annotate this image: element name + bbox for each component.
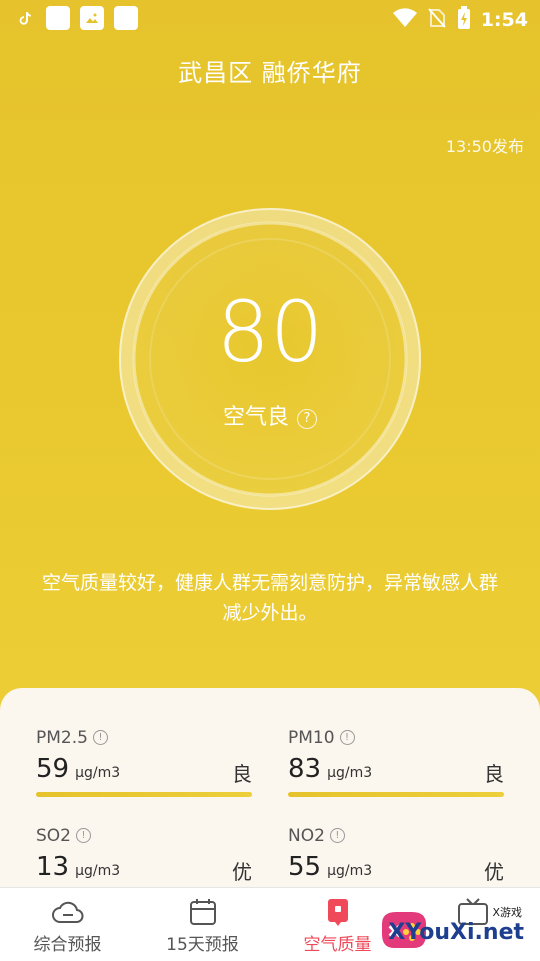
metric-unit: μg/m3 bbox=[327, 863, 373, 879]
status-time: 1:54 bbox=[480, 9, 528, 31]
metric-unit: μg/m3 bbox=[327, 765, 373, 781]
metric-no2[interactable]: NO2! 55 μg/m3 优 bbox=[288, 826, 504, 884]
aqi-level-label: 空气良 bbox=[222, 405, 289, 430]
metric-bar bbox=[288, 792, 504, 797]
metric-level: 良 bbox=[232, 762, 252, 786]
metric-unit: μg/m3 bbox=[75, 765, 121, 781]
metric-pm25[interactable]: PM2.5! 59 μg/m3 良 bbox=[36, 728, 252, 797]
tab-label: 15天预报 bbox=[166, 935, 239, 955]
tab-15day[interactable]: 15天预报 bbox=[135, 888, 270, 961]
health-advice: 空气质量较好，健康人群无需刻意防护，异常敏感人群减少外出。 bbox=[41, 572, 498, 624]
metric-value: 55 bbox=[288, 852, 322, 882]
cloud-icon bbox=[0, 898, 135, 926]
metric-name: SO2 bbox=[36, 826, 71, 846]
metric-level: 良 bbox=[484, 762, 504, 786]
image-icon bbox=[80, 6, 104, 30]
metric-level: 优 bbox=[484, 860, 504, 884]
metric-name: PM2.5 bbox=[36, 728, 88, 748]
metric-bar bbox=[36, 792, 252, 797]
help-icon[interactable]: ? bbox=[297, 409, 317, 429]
info-icon[interactable]: ! bbox=[329, 828, 345, 843]
aqi-value: 80 bbox=[216, 283, 324, 381]
square-icon bbox=[46, 6, 70, 30]
metric-name: NO2 bbox=[288, 826, 325, 846]
battery-charging-icon bbox=[457, 6, 471, 34]
square-icon bbox=[114, 6, 138, 30]
watermark-logo: X游戏 XYouXi.net bbox=[374, 902, 534, 956]
wifi-icon bbox=[392, 8, 417, 32]
location-title[interactable]: 武昌区 融侨华府 bbox=[0, 53, 540, 88]
metric-level: 优 bbox=[232, 860, 252, 884]
tab-label: 综合预报 bbox=[33, 935, 102, 955]
metric-pm10[interactable]: PM10! 83 μg/m3 良 bbox=[288, 728, 504, 797]
aqi-level: 空气良? bbox=[112, 399, 428, 431]
no-sim-icon bbox=[427, 7, 447, 33]
info-icon[interactable]: ! bbox=[92, 730, 108, 745]
metric-value: 83 bbox=[288, 754, 322, 784]
pollutant-card: PM2.5! 59 μg/m3 良 PM10! 83 μg/m3 良 SO2! 13… bbox=[0, 688, 540, 888]
watermark-small-text: X游戏 bbox=[492, 906, 522, 919]
metric-value: 59 bbox=[36, 754, 70, 784]
status-bar: 1:54 bbox=[0, 0, 540, 38]
tiktok-icon bbox=[14, 6, 36, 30]
info-icon[interactable]: ! bbox=[76, 828, 91, 843]
watermark-text: XYouXi.net bbox=[388, 920, 524, 945]
metric-unit: μg/m3 bbox=[75, 863, 121, 879]
calendar-icon bbox=[135, 898, 270, 926]
metric-name: PM10 bbox=[288, 728, 335, 748]
tab-forecast[interactable]: 综合预报 bbox=[0, 888, 135, 961]
info-icon[interactable]: ! bbox=[339, 730, 355, 745]
metric-value: 13 bbox=[36, 852, 70, 882]
metric-so2[interactable]: SO2! 13 μg/m3 优 bbox=[36, 826, 252, 884]
publish-time: 13:50发布 bbox=[445, 137, 524, 156]
